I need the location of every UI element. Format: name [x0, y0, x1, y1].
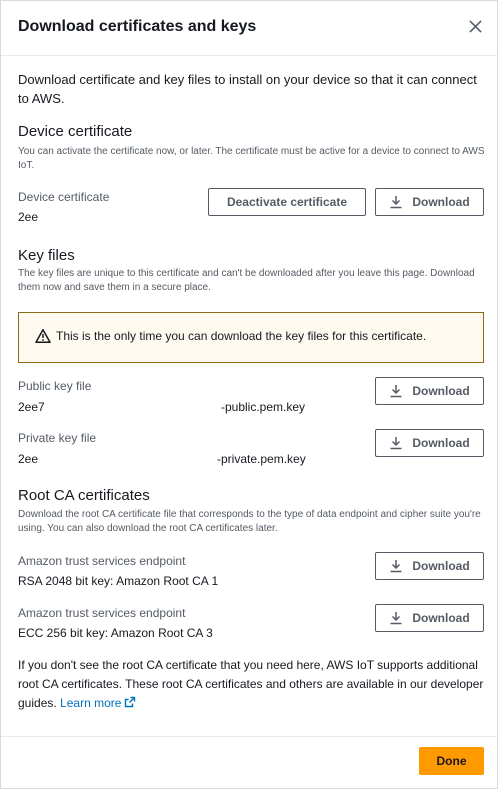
- modal-title: Download certificates and keys: [18, 18, 257, 35]
- warning-icon: [35, 328, 51, 344]
- key-files-description: The key files are unique to this certifi…: [18, 268, 475, 293]
- public-key-value-prefix: 2ee7: [18, 400, 45, 414]
- public-key-label: Public key file: [18, 379, 92, 393]
- download-icon: [389, 436, 403, 450]
- root-ca-1-label: Amazon trust services endpoint: [18, 554, 186, 568]
- download-root-ca-2-button[interactable]: Download: [375, 604, 484, 632]
- device-certificate-label: Device certificate: [18, 190, 110, 204]
- root-ca-description: Download the root CA certificate file th…: [18, 509, 481, 534]
- external-link-icon: [124, 695, 136, 708]
- device-certificate-description: You can activate the certificate now, or…: [18, 146, 485, 171]
- intro-text: Download certificate and key files to in…: [18, 72, 477, 106]
- download-label: Download: [412, 436, 470, 450]
- root-ca-heading: Root CA certificates: [18, 487, 150, 504]
- download-device-certificate-button[interactable]: Download: [375, 188, 484, 216]
- download-label: Download: [412, 559, 470, 573]
- download-icon: [389, 559, 403, 573]
- private-key-value-prefix: 2ee: [18, 452, 39, 466]
- device-certificate-value: 2ee: [18, 210, 39, 224]
- root-ca-note: If you don't see the root CA certificate…: [18, 656, 484, 713]
- root-ca-2-value: ECC 256 bit key: Amazon Root CA 3: [18, 626, 213, 640]
- private-key-value-suffix: -private.pem.key: [217, 452, 306, 466]
- download-label: Download: [412, 384, 470, 398]
- footer-divider: [1, 736, 497, 737]
- deactivate-certificate-button[interactable]: Deactivate certificate: [208, 188, 366, 216]
- close-button[interactable]: [465, 19, 485, 39]
- key-files-heading: Key files: [18, 247, 75, 264]
- private-key-label: Private key file: [18, 431, 97, 445]
- learn-more-link[interactable]: Learn more: [60, 696, 136, 710]
- download-public-key-button[interactable]: Download: [375, 377, 484, 405]
- public-key-value-suffix: -public.pem.key: [221, 400, 306, 414]
- deactivate-certificate-label: Deactivate certificate: [226, 195, 348, 209]
- download-icon: [389, 384, 403, 398]
- download-label: Download: [412, 195, 470, 209]
- learn-more-label: Learn more: [60, 696, 122, 710]
- root-ca-2-label: Amazon trust services endpoint: [18, 606, 186, 620]
- download-icon: [389, 195, 403, 209]
- download-root-ca-1-button[interactable]: Download: [375, 552, 484, 580]
- done-label: Done: [436, 754, 467, 768]
- download-private-key-button[interactable]: Download: [375, 429, 484, 457]
- root-ca-1-value: RSA 2048 bit key: Amazon Root CA 1: [18, 574, 219, 588]
- download-label: Download: [412, 611, 470, 625]
- done-button[interactable]: Done: [419, 747, 484, 775]
- alert-text: This is the only time you can download t…: [56, 329, 427, 343]
- download-certificates-modal: Download certificates and keys Download …: [0, 0, 498, 789]
- modal-header: Download certificates and keys: [1, 1, 497, 56]
- close-icon: [468, 20, 482, 38]
- key-files-warning-alert: This is the only time you can download t…: [18, 312, 484, 363]
- device-certificate-heading: Device certificate: [18, 123, 133, 140]
- download-icon: [389, 611, 403, 625]
